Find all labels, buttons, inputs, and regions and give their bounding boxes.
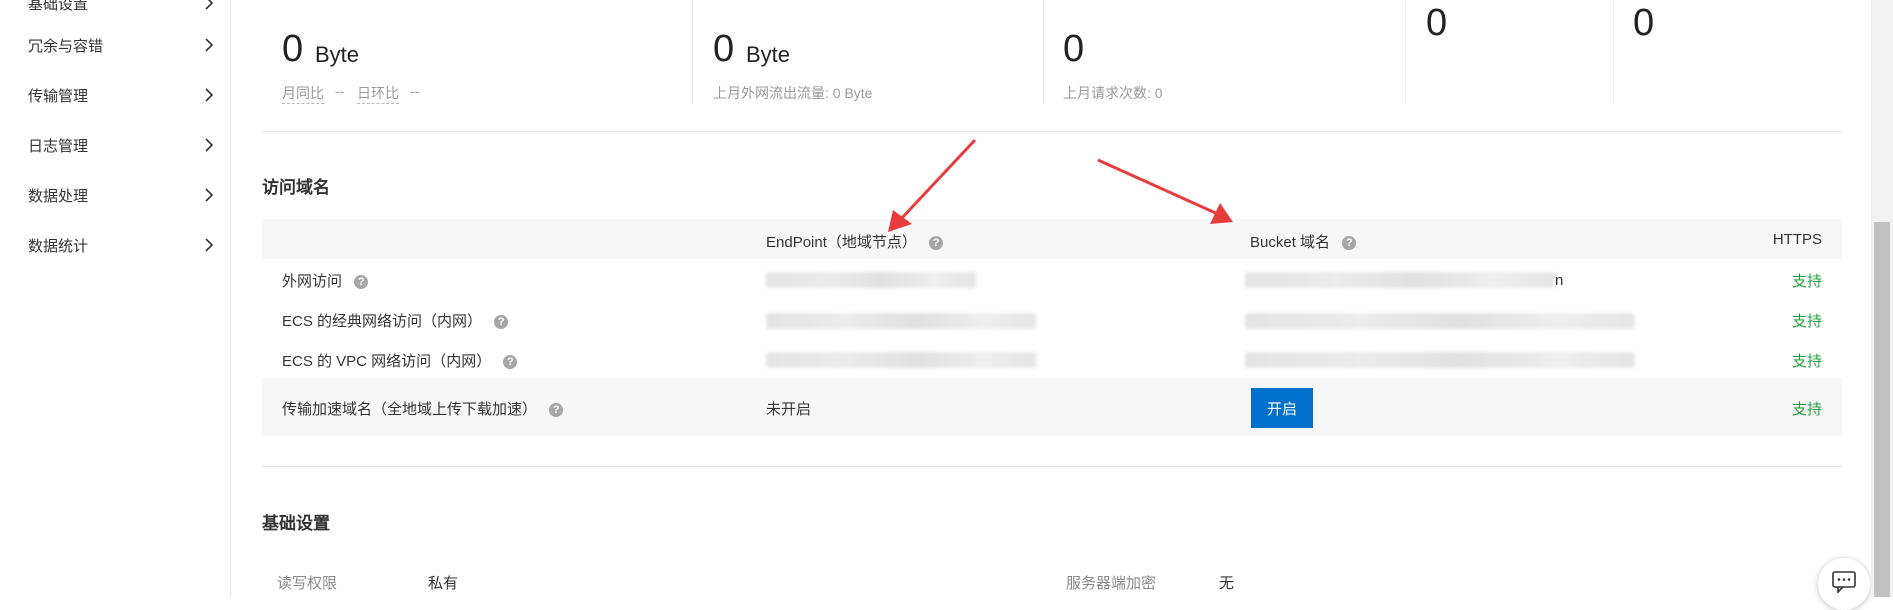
row-label-text: ECS 的 VPC 网络访问（内网） [282,353,492,370]
sidebar-item-label: 冗余与容错 [28,37,104,55]
row-label-text: ECS 的经典网络访问（内网） [282,313,483,330]
header-endpoint: EndPoint（地域节点） ? [766,231,944,252]
chevron-right-icon [205,38,214,52]
row-label: ECS 的经典网络访问（内网） ? [282,310,509,331]
divider [262,131,1842,132]
endpoint-redacted [766,313,1036,329]
https-support: 支持 [1791,273,1822,290]
row-label-text: 传输加速域名（全地域上传下载加速） [282,401,538,418]
sidebar-item-label: 数据统计 [28,237,89,255]
sidebar-item-logs[interactable]: 日志管理 [0,120,230,170]
table-row: ECS 的 VPC 网络访问（内网） ? 支持 [262,340,1842,376]
chevron-right-icon [205,0,214,10]
stat-col4-value: 0 [1426,2,1448,44]
row-label: 传输加速域名（全地域上传下载加速） ? [282,398,564,419]
https-support: 支持 [1791,353,1822,370]
bucket-domain-redacted [1245,313,1635,329]
encryption-label: 服务器端加密 [1066,575,1157,592]
sidebar-item-data-stats[interactable]: 数据统计 [0,220,230,270]
bucket-domain-redacted [1245,272,1555,288]
chevron-right-icon [205,88,214,102]
help-icon[interactable]: ? [549,403,564,418]
table-row: 外网访问 ? n 支持 [262,262,1842,298]
acceleration-status: 未开启 [766,401,812,418]
traffic-value: 0 [713,28,735,70]
storage-unit: Byte [315,42,360,67]
red-arrow-annotation [1097,158,1233,224]
sidebar-item-label: 日志管理 [28,137,89,155]
https-support: 支持 [1791,313,1822,330]
encryption-value: 无 [1219,575,1235,592]
stat-col5-value: 0 [1633,2,1655,44]
acl-label: 读写权限 [277,575,338,592]
scrollbar-thumb[interactable] [1874,222,1890,597]
help-icon[interactable]: ? [494,315,509,330]
help-icon[interactable]: ? [354,275,369,290]
row-label-text: 外网访问 [282,273,343,290]
sidebar-item-data-processing[interactable]: 数据处理 [0,170,230,220]
chevron-right-icon [205,188,214,202]
bucket-domain-redacted [1245,352,1635,368]
help-icon[interactable]: ? [1342,236,1357,251]
help-icon[interactable]: ? [929,236,944,251]
domains-table-header: EndPoint（地域节点） ? Bucket 域名 ? HTTPS [262,219,1842,259]
stat-divider [692,0,693,104]
stat-divider [1405,0,1406,104]
row-label: ECS 的 VPC 网络访问（内网） ? [282,350,518,371]
endpoint-redacted [766,352,1036,368]
traffic-sub: 上月外网流出流量: 0 Byte [713,85,873,101]
feedback-button[interactable] [1818,558,1870,610]
sidebar-item-label: 数据处理 [28,187,89,205]
sidebar-item-label: 传输管理 [28,87,89,105]
sidebar: 基础设置 冗余与容错 传输管理 日志管理 数据处理 数据统计 [0,0,231,597]
header-bucket: Bucket 域名 ? [1250,231,1357,252]
table-row: ECS 的经典网络访问（内网） ? 支持 [262,301,1842,337]
row-label: 外网访问 ? [282,270,369,291]
table-row: 传输加速域名（全地域上传下载加速） ? 未开启 开启 支持 [262,378,1842,436]
bucket-domain-partial: n [1555,272,1564,289]
dod-value: -- [410,83,420,99]
help-icon[interactable]: ? [503,355,518,370]
feedback-chat-icon [1832,571,1856,593]
stat-divider [1043,0,1044,104]
section-title-domains: 访问域名 [262,178,330,197]
divider [262,466,1842,467]
mom-label[interactable]: 月同比 [282,83,324,104]
chevron-right-icon [205,138,214,152]
stat-divider [1613,0,1614,104]
scrollbar[interactable] [1871,0,1893,597]
sidebar-item-label: 基础设置 [28,0,89,13]
header-https: HTTPS [1772,231,1822,248]
sidebar-item-redundancy[interactable]: 冗余与容错 [0,20,230,70]
acl-value: 私有 [428,575,459,592]
requests-sub: 上月请求次数: 0 [1063,85,1163,101]
header-endpoint-label: EndPoint（地域节点） [766,234,917,251]
traffic-unit: Byte [746,42,791,67]
dod-label[interactable]: 日环比 [357,83,399,104]
storage-value: 0 [282,28,304,70]
section-title-basic-settings: 基础设置 [262,514,330,533]
chevron-right-icon [205,238,214,252]
requests-value: 0 [1063,28,1085,70]
mom-value: -- [335,83,345,99]
endpoint-redacted [766,272,976,288]
enable-acceleration-button[interactable]: 开启 [1251,388,1313,428]
https-support: 支持 [1791,401,1822,418]
sidebar-item-transfer[interactable]: 传输管理 [0,70,230,120]
header-bucket-label: Bucket 域名 [1250,234,1331,251]
